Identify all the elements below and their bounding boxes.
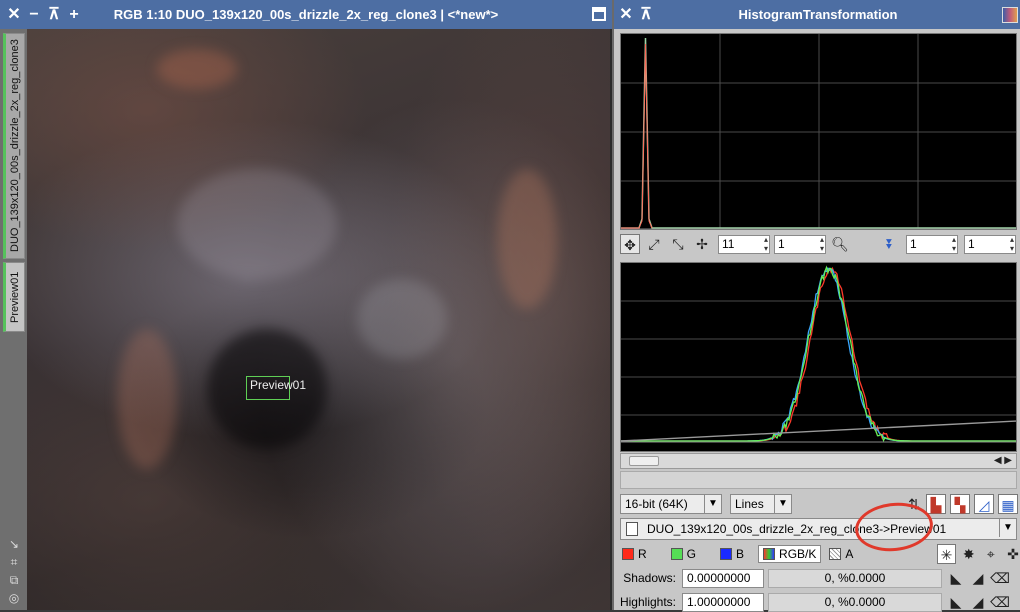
view-selector-combo[interactable]: DUO_139x120_00s_drizzle_2x_reg_clone3->P…	[620, 518, 1017, 540]
shadows-auto-icon[interactable]: ◢	[968, 568, 988, 588]
shadows-readout: 0, %0.0000	[768, 568, 942, 588]
tab-preview01[interactable]: Preview01	[3, 262, 25, 332]
channel-rgbk[interactable]: RGB/K	[758, 545, 822, 563]
graph-mode-combo[interactable]: Lines	[730, 494, 792, 514]
highlights-input[interactable]: 1.00000000	[682, 592, 764, 612]
status-strip	[620, 471, 1017, 489]
shadows-reset-icon[interactable]: ⌫	[990, 568, 1010, 588]
tab-main-view[interactable]: DUO_139x120_00s_drizzle_2x_reg_clone3	[3, 33, 25, 259]
right-h-spinbox[interactable]: 1	[906, 234, 958, 254]
collapse-icon[interactable]: ⏬︎	[880, 234, 900, 254]
log-scale-icon[interactable]: ⇅	[904, 494, 924, 514]
channel-r-label: R	[638, 547, 647, 561]
channel-rgbk-swatch	[763, 548, 776, 560]
highlights-row: Highlights: 1.00000000 0, %0.0000 ◣ ◢ ⌫	[614, 592, 1020, 612]
magnifier-icon[interactable]: 🔍︎	[830, 234, 850, 254]
channel-rgbk-label: RGB/K	[779, 547, 817, 561]
auto-clip-icon[interactable]: ✳	[937, 544, 956, 564]
hist-window-titlebar[interactable]: ✕ ⊼ HistogramTransformation	[614, 0, 1020, 29]
pan-icon[interactable]: ✥	[620, 234, 640, 254]
fit-tool-icon[interactable]: ⌗	[7, 555, 21, 569]
highlights-label: Highlights:	[619, 595, 676, 609]
close-icon[interactable]: ✕	[4, 0, 24, 29]
process-icon	[1002, 7, 1018, 23]
shade-icon[interactable]: ⊼	[636, 0, 656, 29]
reset-channel-icon[interactable]: ✸	[960, 544, 978, 564]
channel-r[interactable]: R	[622, 547, 647, 561]
channel-b-swatch	[720, 548, 733, 560]
view-tabs: DUO_139x120_00s_drizzle_2x_reg_clone3 Pr…	[0, 29, 27, 610]
shade-icon[interactable]: ⊼	[44, 0, 64, 29]
window-restore-icon[interactable]	[592, 7, 606, 21]
view-selector-value: DUO_139x120_00s_drizzle_2x_reg_clone3->P…	[647, 522, 947, 536]
zoom-fit-icon[interactable]: ⤢	[644, 234, 664, 254]
view-icon	[626, 522, 638, 536]
target-tool-icon[interactable]: ◎	[7, 591, 21, 605]
target-icon[interactable]: ✜	[1004, 544, 1020, 564]
right-v-spinbox[interactable]: 1	[964, 234, 1016, 254]
output-histogram[interactable]	[620, 33, 1017, 230]
highlights-reset-icon[interactable]: ⌫	[990, 592, 1010, 612]
image-window-title: RGB 1:10 DUO_139x120_00s_drizzle_2x_reg_…	[113, 7, 499, 22]
input-histogram-svg	[621, 265, 1016, 443]
channel-row: R G B RGB/K A ✳ ✸ ⌖ ✜	[614, 544, 1020, 564]
image-window-titlebar[interactable]: ✕ − ⊼ + RGB 1:10 DUO_139x120_00s_drizzle…	[0, 0, 612, 29]
input-histogram[interactable]	[620, 262, 1017, 452]
channel-g-label: G	[686, 547, 697, 561]
shadows-label: Shadows:	[623, 571, 676, 585]
channel-g[interactable]: G	[670, 547, 697, 561]
curve-style-icon[interactable]: ◿	[974, 494, 994, 514]
channel-a-swatch	[829, 548, 842, 560]
arrow-tool-icon[interactable]: ↘	[7, 537, 21, 551]
channel-r-swatch	[622, 548, 634, 560]
shadows-input[interactable]: 0.00000000	[682, 568, 764, 588]
shadows-clip-icon[interactable]: ◣	[946, 568, 966, 588]
minimize-icon[interactable]: −	[24, 0, 44, 29]
histogram-transformation-window: ✕ ⊼ HistogramTransformation ✥ ⤢ ⤡ ✢ 11 1…	[612, 0, 1020, 612]
bit-depth-combo[interactable]: 16-bit (64K)	[620, 494, 722, 514]
display-options-row: 16-bit (64K) Lines ⇅ ▙ ▚ ◿ ▦	[614, 494, 1020, 514]
histogram-overlay-icon[interactable]: ▚	[950, 494, 970, 514]
crosshair-icon[interactable]: ⌖	[982, 544, 1000, 564]
highlights-clip-icon[interactable]: ◣	[946, 592, 966, 612]
scroll-arrows-icon[interactable]: ◀ ▶	[994, 454, 1012, 468]
view-selector-row: DUO_139x120_00s_drizzle_2x_reg_clone3->P…	[614, 518, 1020, 540]
histogram-style-icon[interactable]: ▙	[926, 494, 946, 514]
output-histogram-svg	[621, 34, 1016, 229]
image-window: ✕ − ⊼ + RGB 1:10 DUO_139x120_00s_drizzle…	[0, 0, 612, 610]
close-icon[interactable]: ✕	[616, 0, 636, 29]
histogram-scrollbar[interactable]: ◀ ▶	[620, 453, 1017, 469]
zoom-reset-icon[interactable]: ⤡	[668, 234, 688, 254]
channel-g-swatch	[670, 548, 683, 560]
hist-window-title: HistogramTransformation	[738, 7, 898, 22]
v-zoom-spinbox[interactable]: 1	[774, 234, 826, 254]
move-icon[interactable]: ✢	[692, 234, 712, 254]
highlights-readout: 0, %0.0000	[768, 592, 942, 612]
channel-a[interactable]: A	[829, 547, 853, 561]
channel-a-label: A	[845, 547, 854, 561]
channel-b[interactable]: B	[720, 547, 744, 561]
h-zoom-spinbox[interactable]: 11	[718, 234, 770, 254]
zoom-toolbar: ✥ ⤢ ⤡ ✢ 11 1 🔍︎ ⏬︎ 1 1	[614, 234, 1020, 254]
channel-b-label: B	[736, 547, 745, 561]
highlights-auto-icon[interactable]: ◢	[968, 592, 988, 612]
grid-toggle-icon[interactable]: ▦	[998, 494, 1018, 514]
maximize-icon[interactable]: +	[64, 0, 84, 29]
shadows-row: Shadows: 0.00000000 0, %0.0000 ◣ ◢ ⌫	[614, 568, 1020, 588]
preview01-label: Preview01	[250, 378, 307, 392]
scrollbar-thumb[interactable]	[629, 456, 659, 466]
image-canvas[interactable]: Preview01	[27, 29, 610, 610]
clone-tool-icon[interactable]: ⧉	[7, 573, 21, 587]
